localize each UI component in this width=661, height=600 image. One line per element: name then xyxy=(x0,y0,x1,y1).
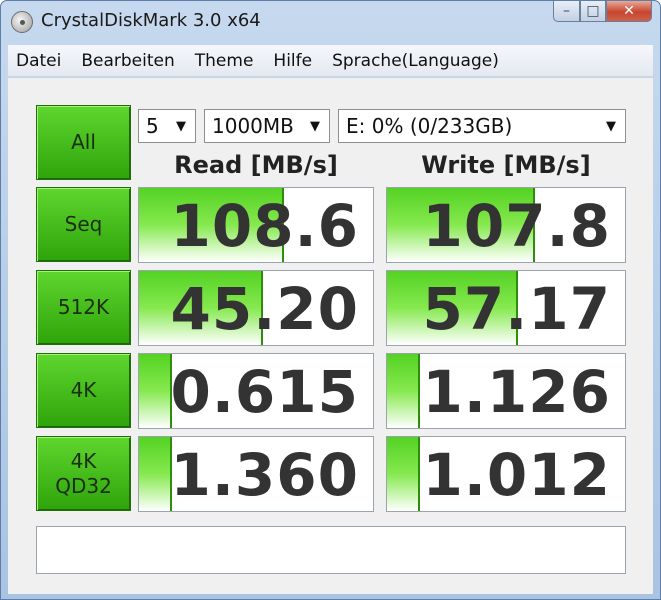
menu-item-theme[interactable]: Theme xyxy=(195,51,254,71)
disk-app-icon xyxy=(11,11,33,33)
window-controls: – □ ✕ xyxy=(553,1,652,23)
4k-qd32-write-value: 1.012 xyxy=(422,441,611,509)
4k-qd32-test-sublabel: QD32 xyxy=(55,473,112,498)
menu-item-datei[interactable]: Datei xyxy=(16,51,61,71)
512k-test-label: 512K xyxy=(57,295,110,319)
4k-read-value: 0.615 xyxy=(170,358,359,426)
4k-qd32-test-label: 4K xyxy=(70,448,97,473)
menu-bar: Datei Bearbeiten Theme Hilfe Sprache(Lan… xyxy=(8,45,653,77)
4k-write-value: 1.126 xyxy=(422,358,611,426)
chevron-down-icon: ▼ xyxy=(310,119,320,134)
seq-test-label: Seq xyxy=(64,212,103,236)
4k-test-button[interactable]: 4K xyxy=(36,353,131,428)
4k-qd32-read-bar xyxy=(139,437,172,511)
4k-qd32-read-result: 1.360 xyxy=(138,436,374,512)
4k-write-result: 1.126 xyxy=(386,353,626,429)
title-bar[interactable]: CrystalDiskMark 3.0 x64 – □ ✕ xyxy=(1,1,660,45)
close-icon: ✕ xyxy=(623,3,635,19)
4k-qd32-write-bar xyxy=(387,437,421,511)
4k-read-bar xyxy=(139,354,172,428)
drive-select[interactable]: E: 0% (0/233GB) ▼ xyxy=(338,109,626,143)
maximize-button[interactable]: □ xyxy=(580,1,606,22)
4k-test-label: 4K xyxy=(70,378,97,402)
seq-read-result: 108.6 xyxy=(138,187,374,263)
comment-field[interactable] xyxy=(36,526,626,574)
app-window: CrystalDiskMark 3.0 x64 – □ ✕ Datei Bear… xyxy=(0,0,661,600)
chevron-down-icon: ▼ xyxy=(176,119,186,134)
4k-qd32-test-button[interactable]: 4K QD32 xyxy=(36,436,131,511)
seq-test-button[interactable]: Seq xyxy=(36,187,131,262)
seq-write-value: 107.8 xyxy=(422,192,611,260)
512k-read-value: 45.20 xyxy=(170,275,359,343)
4k-write-bar xyxy=(387,354,421,428)
512k-read-result: 45.20 xyxy=(138,270,374,346)
4k-qd32-read-value: 1.360 xyxy=(170,441,359,509)
chevron-down-icon: ▼ xyxy=(606,119,616,134)
test-count-select[interactable]: 5 ▼ xyxy=(138,109,196,143)
512k-test-button[interactable]: 512K xyxy=(36,270,131,345)
write-column-header: Write [MB/s] xyxy=(421,151,591,179)
512k-write-value: 57.17 xyxy=(422,275,611,343)
drive-value: E: 0% (0/233GB) xyxy=(346,114,513,138)
512k-write-result: 57.17 xyxy=(386,270,626,346)
read-column-header: Read [MB/s] xyxy=(174,151,338,179)
test-size-select[interactable]: 1000MB ▼ xyxy=(204,109,330,143)
4k-qd32-write-result: 1.012 xyxy=(386,436,626,512)
menu-item-hilfe[interactable]: Hilfe xyxy=(273,51,312,71)
run-all-label: All xyxy=(71,130,96,154)
minimize-button[interactable]: – xyxy=(553,1,580,22)
menu-item-bearbeiten[interactable]: Bearbeiten xyxy=(81,51,174,71)
seq-read-value: 108.6 xyxy=(170,192,359,260)
seq-write-result: 107.8 xyxy=(386,187,626,263)
run-all-button[interactable]: All xyxy=(36,105,131,180)
menu-item-language[interactable]: Sprache(Language) xyxy=(332,51,499,71)
close-button[interactable]: ✕ xyxy=(606,1,652,22)
test-count-value: 5 xyxy=(146,114,159,138)
window-title: CrystalDiskMark 3.0 x64 xyxy=(41,10,261,31)
main-panel: All 5 ▼ 1000MB ▼ E: 0% (0/233GB) ▼ Read … xyxy=(8,78,653,594)
4k-read-result: 0.615 xyxy=(138,353,374,429)
maximize-icon: □ xyxy=(586,3,600,19)
minimize-icon: – xyxy=(563,3,570,19)
test-size-value: 1000MB xyxy=(212,114,294,138)
